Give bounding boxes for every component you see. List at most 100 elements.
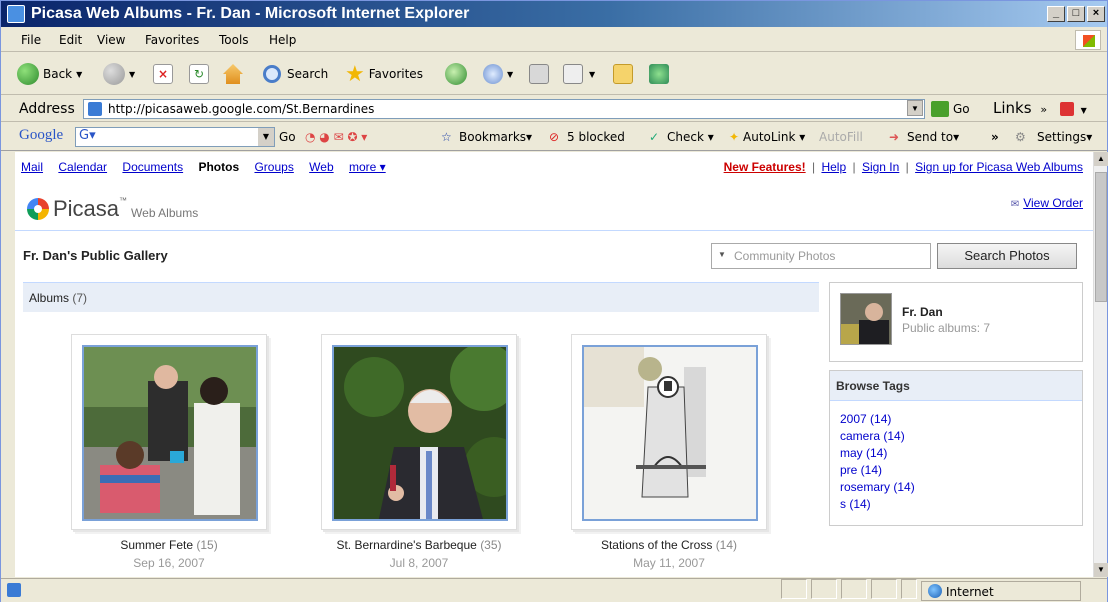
picasa-logo-subtitle: Web Albums [131, 206, 199, 220]
browser-window: Picasa Web Albums - Fr. Dan - Microsoft … [0, 0, 1108, 602]
community-search-input[interactable]: ▼ Community Photos [711, 243, 931, 269]
album-title[interactable]: St. Bernardine's Barbeque (35) [291, 538, 547, 552]
nav-web[interactable]: Web [309, 160, 333, 174]
vertical-scrollbar[interactable]: ▲ ▼ [1093, 152, 1108, 577]
address-input[interactable]: http://picasaweb.google.com/St.Bernardin… [83, 99, 925, 119]
history-button[interactable] [445, 61, 467, 87]
search-scope-dropdown-icon[interactable]: ▼ [718, 250, 726, 259]
close-button[interactable]: × [1087, 6, 1105, 22]
tag-link[interactable]: rosemary (14) [840, 479, 1082, 496]
sign-in-link[interactable]: Sign In [862, 160, 899, 174]
go-button[interactable]: Go [931, 99, 970, 119]
tag-link[interactable]: may (14) [840, 445, 1082, 462]
nav-photos: Photos [198, 160, 240, 174]
picasa-logo-text: Picasa™ [53, 196, 128, 221]
album-card[interactable]: Summer Fete (15) Sep 16, 2007 [71, 334, 267, 574]
send-to-button[interactable]: Send to▾ [907, 130, 959, 144]
links-button[interactable]: Links » ▼ [993, 99, 1087, 117]
stop-button[interactable]: × [153, 61, 173, 87]
sign-up-link[interactable]: Sign up for Picasa Web Albums [915, 160, 1083, 174]
forward-button[interactable]: ▼ [103, 61, 135, 87]
messenger-button[interactable] [649, 61, 669, 87]
menu-favorites[interactable]: Favorites [145, 33, 199, 47]
favorites-button[interactable]: ★ Favorites [345, 61, 423, 87]
account-links: New Features! | Help | Sign In | Sign up… [724, 160, 1083, 174]
print-icon [529, 64, 549, 84]
nav-groups[interactable]: Groups [254, 160, 293, 174]
print-button[interactable] [529, 61, 549, 87]
mail-button[interactable]: ▼ [483, 61, 513, 87]
scroll-up-button[interactable]: ▲ [1094, 152, 1108, 166]
back-button[interactable]: Back ▼ [17, 61, 82, 87]
owner-avatar[interactable] [840, 293, 892, 345]
tag-link[interactable]: s (14) [840, 496, 1082, 513]
check-button[interactable]: Check ▾ [667, 130, 714, 144]
nav-mail[interactable]: Mail [21, 160, 43, 174]
popup-blocked-count[interactable]: 5 blocked [567, 130, 625, 144]
refresh-button[interactable]: ↻ [189, 61, 209, 87]
search-button[interactable]: Search [263, 61, 328, 87]
bookmarks-button[interactable]: Bookmarks▾ [459, 130, 532, 144]
menu-tools[interactable]: Tools [219, 33, 249, 47]
standard-toolbar: Back ▼ ▼ × ↻ Search ★ Favorites ▼ ▼ [1, 53, 1107, 95]
home-icon [223, 64, 243, 84]
google-go-button[interactable]: Go [279, 130, 296, 144]
picasa-logo[interactable]: Picasa™ Web Albums [27, 194, 198, 224]
scroll-down-button[interactable]: ▼ [1094, 563, 1108, 577]
album-card[interactable]: St. Bernardine's Barbeque (35) Jul 8, 20… [321, 334, 517, 574]
page-icon [88, 102, 102, 116]
autolink-button[interactable]: AutoLink ▾ [743, 130, 805, 144]
title-bar: Picasa Web Albums - Fr. Dan - Microsoft … [1, 1, 1107, 27]
settings-button[interactable]: Settings▾ [1037, 130, 1092, 144]
tag-link[interactable]: 2007 (14) [840, 411, 1082, 428]
menu-file[interactable]: File [21, 33, 41, 47]
album-card[interactable]: Stations of the Cross (14) May 11, 2007 [571, 334, 767, 574]
extension-icon[interactable] [1059, 101, 1074, 116]
owner-name[interactable]: Fr. Dan [902, 305, 943, 319]
google-search-value: G▾ [79, 128, 96, 143]
menu-view[interactable]: View [97, 33, 125, 47]
view-order-link[interactable]: View Order [1011, 196, 1083, 210]
google-search-dropdown[interactable]: ▼ [258, 128, 274, 146]
folder-button[interactable] [613, 61, 633, 87]
edit-button[interactable]: ▼ [563, 61, 595, 87]
nav-calendar[interactable]: Calendar [58, 160, 107, 174]
more-button[interactable]: » [991, 130, 999, 144]
album-cover-barbeque[interactable] [332, 345, 508, 521]
album-title[interactable]: Summer Fete (15) [41, 538, 297, 552]
maximize-button[interactable]: □ [1067, 6, 1085, 22]
google-logo[interactable]: Google [19, 127, 63, 144]
google-search-input[interactable]: G▾ ▼ [75, 127, 275, 147]
forward-arrow-icon [103, 63, 125, 85]
search-placeholder: Community Photos [734, 249, 836, 263]
address-dropdown-button[interactable]: ▼ [907, 100, 923, 116]
bookmarks-star-icon: ☆ [441, 130, 452, 144]
menu-bar: File Edit View Favorites Tools Help [1, 28, 1107, 52]
stop-icon: × [153, 64, 173, 84]
zone-label: Internet [946, 585, 994, 599]
search-photos-button[interactable]: Search Photos [937, 243, 1077, 269]
security-zone: Internet [921, 581, 1081, 601]
autofill-button[interactable]: AutoFill [819, 130, 863, 144]
help-link[interactable]: Help [821, 160, 846, 174]
autolink-icon: ✦ [729, 130, 740, 144]
status-pane [781, 579, 807, 599]
minimize-button[interactable]: _ [1047, 6, 1065, 22]
tag-link[interactable]: camera (14) [840, 428, 1082, 445]
address-url: http://picasaweb.google.com/St.Bernardin… [108, 102, 375, 116]
send-to-icon: ➜ [889, 130, 900, 144]
menu-help[interactable]: Help [269, 33, 296, 47]
nav-documents[interactable]: Documents [122, 160, 183, 174]
menu-edit[interactable]: Edit [59, 33, 82, 47]
settings-icon: ⚙ [1015, 130, 1026, 144]
album-title[interactable]: Stations of the Cross (14) [541, 538, 797, 552]
google-apps-icons[interactable]: ◔ ◕ ✉ ✪ ▾ [305, 130, 367, 144]
album-frame [571, 334, 767, 530]
scroll-thumb[interactable] [1095, 172, 1107, 302]
album-cover-stations[interactable] [582, 345, 758, 521]
nav-more[interactable]: more ▾ [349, 160, 386, 174]
new-features-link[interactable]: New Features! [724, 160, 806, 174]
home-button[interactable] [223, 61, 243, 87]
tag-link[interactable]: pre (14) [840, 462, 1082, 479]
album-cover-summer-fete[interactable] [82, 345, 258, 521]
